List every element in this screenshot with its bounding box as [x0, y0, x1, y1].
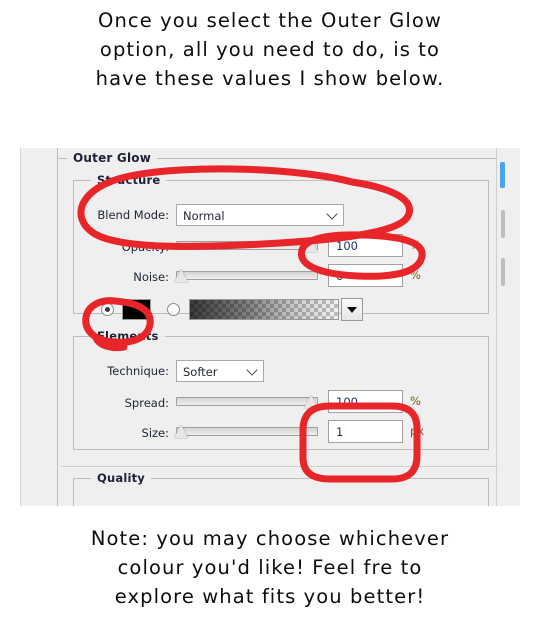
chevron-down-icon — [326, 208, 338, 220]
glow-gradient-preview[interactable] — [189, 299, 339, 320]
structure-title: Structure — [91, 173, 167, 187]
technique-value: Softer — [183, 365, 218, 379]
size-slider[interactable] — [174, 423, 318, 443]
caption-line: option, all you need to do, is to — [99, 38, 441, 61]
technique-dropdown[interactable]: Softer — [176, 360, 264, 382]
spread-unit: % — [410, 394, 421, 408]
technique-label: Technique: — [107, 364, 169, 378]
dialog-panel-body: Outer Glow Structure Blend Mode: Normal … — [21, 148, 507, 506]
triangle-down-icon — [347, 306, 357, 313]
noise-slider[interactable] — [174, 267, 318, 287]
glow-gradient-radio[interactable] — [167, 303, 180, 316]
opacity-unit: % — [410, 238, 421, 252]
spread-label: Spread: — [124, 396, 169, 410]
noise-slider-thumb[interactable] — [174, 269, 188, 282]
instruction-text-top: Once you select the Outer Glow option, a… — [0, 6, 540, 93]
glow-color-swatch[interactable] — [122, 299, 151, 320]
spread-value: 100 — [336, 395, 358, 409]
instruction-text-bottom: Note: you may choose whichever colour yo… — [0, 524, 540, 611]
size-input[interactable]: 1 — [328, 420, 403, 443]
blend-mode-dropdown[interactable]: Normal — [176, 204, 344, 226]
glow-color-radio[interactable] — [101, 303, 114, 316]
spread-slider-track — [176, 397, 318, 406]
noise-value: 0 — [336, 269, 344, 283]
noise-input[interactable]: 0 — [328, 264, 403, 287]
opacity-value: 100 — [336, 239, 358, 253]
chevron-down-icon — [246, 364, 258, 376]
spread-slider[interactable] — [176, 393, 318, 413]
noise-unit: % — [410, 268, 421, 282]
opacity-label: Opacity: — [121, 240, 169, 254]
noise-label: Noise: — [133, 270, 169, 284]
noise-slider-track — [176, 271, 318, 280]
caption-line: explore what fits you better! — [114, 585, 426, 608]
caption-line: have these values I show below. — [95, 67, 445, 90]
scrollbar-tick — [501, 258, 505, 286]
opacity-slider[interactable] — [176, 237, 318, 257]
opacity-slider-thumb[interactable] — [304, 239, 318, 252]
section-separator — [61, 466, 497, 467]
size-slider-track — [176, 427, 318, 436]
scrollbar-tick — [501, 210, 505, 238]
caption-line: colour you'd like! Feel fre to — [117, 556, 423, 579]
scrollbar-thumb[interactable] — [500, 162, 505, 188]
size-value: 1 — [336, 425, 344, 439]
spread-slider-thumb[interactable] — [304, 395, 318, 408]
caption-line: Note: you may choose whichever — [90, 527, 450, 550]
quality-title: Quality — [91, 471, 152, 485]
size-unit: px — [410, 424, 425, 438]
page-root: Once you select the Outer Glow option, a… — [0, 0, 540, 622]
elements-title: Elements — [91, 329, 165, 343]
opacity-slider-track — [176, 241, 318, 250]
spread-input[interactable]: 100 — [328, 390, 403, 413]
blend-mode-value: Normal — [183, 209, 225, 223]
caption-line: Once you select the Outer Glow — [98, 9, 442, 32]
blend-mode-label: Blend Mode: — [97, 208, 169, 222]
opacity-input[interactable]: 100 — [328, 234, 403, 257]
gradient-picker-dropdown[interactable] — [341, 298, 363, 321]
outer-glow-title: Outer Glow — [67, 151, 158, 165]
outer-glow-dialog-screenshot: Outer Glow Structure Blend Mode: Normal … — [20, 148, 520, 506]
size-label: Size: — [141, 426, 169, 440]
size-slider-thumb[interactable] — [174, 425, 188, 438]
